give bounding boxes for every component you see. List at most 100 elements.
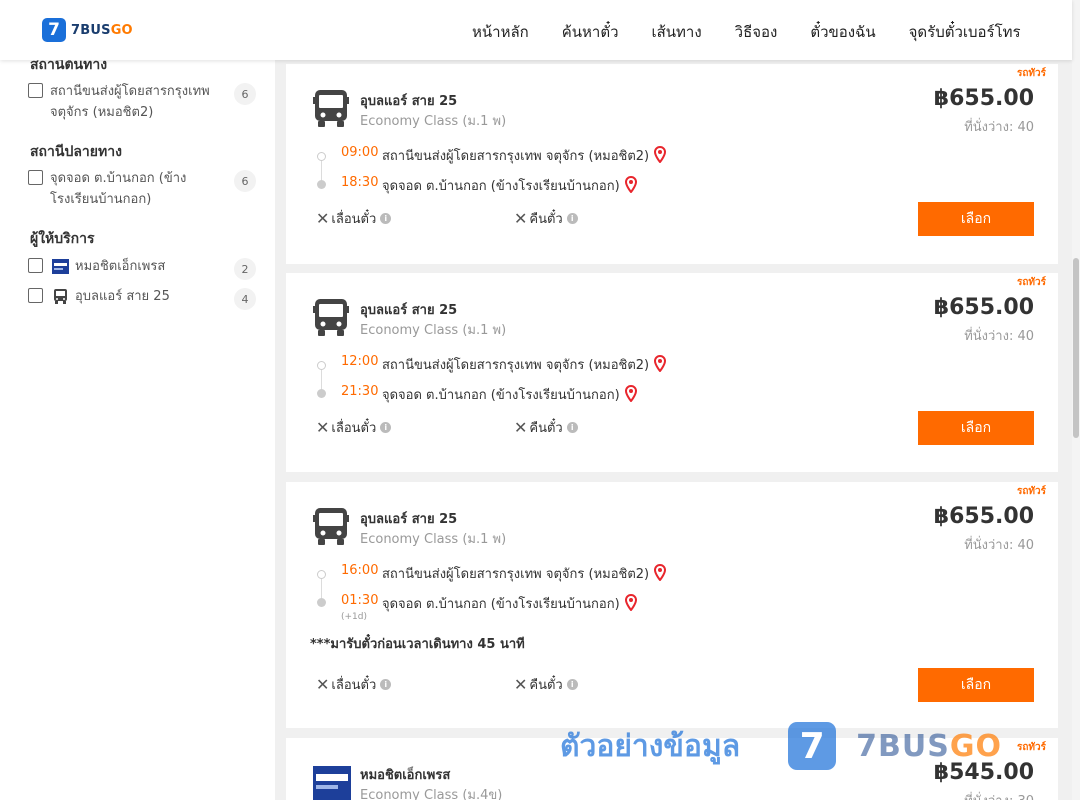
select-trip-button[interactable]: เลือก bbox=[918, 411, 1034, 445]
refund-ticket-policy[interactable]: ✕ คืนตั๋ว i bbox=[514, 208, 578, 229]
operator-checkbox-ubon[interactable] bbox=[28, 288, 43, 303]
map-pin-icon[interactable] bbox=[624, 385, 637, 402]
site-logo[interactable]: 7 7BUSGO bbox=[42, 18, 133, 42]
select-trip-button[interactable]: เลือก bbox=[918, 668, 1034, 702]
arrival-place[interactable]: จุดจอด ต.บ้านกอก (ข้างโรงเรียนบ้านกอก) bbox=[382, 384, 637, 405]
change-ticket-label: เลื่อนตั๋ว bbox=[331, 421, 377, 436]
operator-filter-item[interactable]: อุบลแอร์ สาย 25 4 bbox=[28, 286, 256, 310]
arrival-dot bbox=[317, 598, 326, 607]
info-icon[interactable]: i bbox=[380, 213, 392, 224]
departure-place[interactable]: สถานีขนส่งผู้โดยสารกรุงเทพ จตุจักร (หมอช… bbox=[382, 563, 667, 584]
logo-text-bus: 7BUS bbox=[71, 22, 111, 38]
arrival-place[interactable]: จุดจอด ต.บ้านกอก (ข้างโรงเรียนบ้านกอก) bbox=[382, 593, 637, 614]
bus-class: Economy Class (ม.4ข) bbox=[360, 788, 503, 800]
operator-name: อุบลแอร์ สาย 25 bbox=[360, 94, 458, 109]
scrollbar-thumb[interactable] bbox=[1073, 258, 1079, 438]
select-trip-button[interactable]: เลือก bbox=[918, 202, 1034, 236]
seats-available: ที่นั่งว่าง: 40 bbox=[964, 538, 1034, 553]
refund-ticket-policy[interactable]: ✕ คืนตั๋ว i bbox=[514, 674, 578, 695]
arrival-time: 21:30 bbox=[341, 384, 379, 399]
not-allowed-icon: ✕ bbox=[316, 418, 330, 437]
change-ticket-policy[interactable]: ✕ เลื่อนตั๋ว i bbox=[316, 674, 392, 695]
operator-name: อุบลแอร์ สาย 25 bbox=[360, 303, 458, 318]
map-pin-icon[interactable] bbox=[654, 146, 667, 163]
map-pin-icon[interactable] bbox=[624, 594, 637, 611]
tour-bus-tag: รถทัวร์ bbox=[1016, 68, 1046, 79]
operator-filter-item[interactable]: หมอชิตเอ็กเพรส 2 bbox=[28, 256, 256, 280]
seats-available: ที่นั่งว่าง: 40 bbox=[964, 120, 1034, 135]
departure-time: 09:00 bbox=[341, 145, 379, 160]
departure-place-text: สถานีขนส่งผู้โดยสารกรุงเทพ จตุจักร (หมอช… bbox=[382, 358, 650, 373]
not-allowed-icon: ✕ bbox=[514, 675, 528, 694]
map-pin-icon[interactable] bbox=[654, 564, 667, 581]
info-icon[interactable]: i bbox=[380, 679, 392, 690]
change-ticket-policy[interactable]: ✕ เลื่อนตั๋ว i bbox=[316, 208, 392, 229]
nav-home[interactable]: หน้าหลัก bbox=[472, 20, 529, 44]
change-ticket-label: เลื่อนตั๋ว bbox=[331, 678, 377, 693]
info-icon[interactable]: i bbox=[380, 422, 392, 433]
change-ticket-label: เลื่อนตั๋ว bbox=[331, 212, 377, 227]
destination-filter-item[interactable]: จุดจอด ต.บ้านกอก (ข้าง โรงเรียนบ้านกอก) … bbox=[28, 168, 256, 210]
destination-filter-title: สถานีปลายทาง bbox=[30, 144, 122, 160]
refund-ticket-policy[interactable]: ✕ คืนตั๋ว i bbox=[514, 417, 578, 438]
arrival-dot bbox=[317, 180, 326, 189]
mochit-express-logo-icon bbox=[313, 766, 351, 800]
trip-card: รถทัวร์ อุบลแอร์ สาย 25 Economy Class (ม… bbox=[286, 482, 1058, 728]
map-pin-icon[interactable] bbox=[624, 176, 637, 193]
main-nav: หน้าหลัก ค้นหาตั๋ว เส้นทาง วิธีจอง ตั๋วข… bbox=[472, 20, 1054, 44]
filter-sidebar: สถานีต้นทาง สถานีขนส่งผู้โดยสารกรุงเทพ จ… bbox=[0, 57, 275, 800]
origin-filter-count: 6 bbox=[234, 83, 256, 105]
trip-note: ***มารับตั๋วก่อนเวลาเดินทาง 45 นาที bbox=[310, 637, 525, 652]
mochit-express-logo-icon bbox=[52, 259, 69, 274]
nav-search-ticket[interactable]: ค้นหาตั๋ว bbox=[562, 20, 619, 44]
refund-ticket-label: คืนตั๋ว bbox=[529, 421, 563, 436]
operator-checkbox-mochit[interactable] bbox=[28, 258, 43, 273]
nav-my-tickets[interactable]: ตั๋วของฉัน bbox=[810, 20, 875, 44]
origin-filter-label: สถานีขนส่งผู้โดยสารกรุงเทพ จตุจักร (หมอช… bbox=[50, 84, 210, 120]
operator-filter-title: ผู้ให้บริการ bbox=[30, 231, 95, 247]
departure-place[interactable]: สถานีขนส่งผู้โดยสารกรุงเทพ จตุจักร (หมอช… bbox=[382, 354, 667, 375]
not-allowed-icon: ✕ bbox=[514, 209, 528, 228]
info-icon[interactable]: i bbox=[566, 213, 578, 224]
origin-checkbox[interactable] bbox=[28, 83, 43, 98]
info-icon[interactable]: i bbox=[566, 679, 578, 690]
bus-icon bbox=[54, 289, 67, 304]
destination-checkbox[interactable] bbox=[28, 170, 43, 185]
trip-card: รถทัวร์ อุบลแอร์ สาย 25 Economy Class (ม… bbox=[286, 64, 1058, 264]
nav-how-to-book[interactable]: วิธีจอง bbox=[735, 20, 778, 44]
origin-filter-item[interactable]: สถานีขนส่งผู้โดยสารกรุงเทพ จตุจักร (หมอช… bbox=[28, 81, 256, 123]
info-icon[interactable]: i bbox=[566, 422, 578, 433]
change-ticket-policy[interactable]: ✕ เลื่อนตั๋ว i bbox=[316, 417, 392, 438]
departure-dot bbox=[317, 152, 326, 161]
trip-price: ฿655.00 bbox=[933, 504, 1034, 529]
bus-class: Economy Class (ม.1 พ) bbox=[360, 323, 507, 338]
map-pin-icon[interactable] bbox=[654, 355, 667, 372]
not-allowed-icon: ✕ bbox=[316, 209, 330, 228]
nav-routes[interactable]: เส้นทาง bbox=[652, 20, 702, 44]
departure-place[interactable]: สถานีขนส่งผู้โดยสารกรุงเทพ จตุจักร (หมอช… bbox=[382, 145, 667, 166]
page-scrollbar[interactable] bbox=[1072, 0, 1080, 800]
trip-card: รถทัวร์ หมอชิตเอ็กเพรส Economy Class (ม.… bbox=[286, 738, 1058, 800]
tour-bus-tag: รถทัวร์ bbox=[1016, 277, 1046, 288]
tour-bus-tag: รถทัวร์ bbox=[1016, 486, 1046, 497]
logo-text-go: GO bbox=[110, 22, 133, 38]
operator-filter-count: 2 bbox=[234, 258, 256, 280]
day-offset: (+1d) bbox=[341, 612, 368, 622]
arrival-dot bbox=[317, 389, 326, 398]
operator-filter-label: หมอชิตเอ็กเพรส bbox=[75, 259, 166, 274]
bus-class: Economy Class (ม.1 พ) bbox=[360, 114, 507, 129]
seats-available: ที่นั่งว่าง: 30 bbox=[964, 790, 1034, 800]
logo-mark-icon: 7 bbox=[42, 18, 66, 42]
arrival-time: 18:30 bbox=[341, 175, 379, 190]
arrival-place[interactable]: จุดจอด ต.บ้านกอก (ข้างโรงเรียนบ้านกอก) bbox=[382, 175, 637, 196]
not-allowed-icon: ✕ bbox=[514, 418, 528, 437]
trip-card: รถทัวร์ อุบลแอร์ สาย 25 Economy Class (ม… bbox=[286, 273, 1058, 472]
operator-filter-label: อุบลแอร์ สาย 25 bbox=[75, 289, 170, 304]
destination-filter-count: 6 bbox=[234, 170, 256, 192]
top-header: 7 7BUSGO หน้าหลัก ค้นหาตั๋ว เส้นทาง วิธี… bbox=[0, 0, 1072, 60]
departure-time: 12:00 bbox=[341, 354, 379, 369]
nav-ticket-pickup[interactable]: จุดรับตั๋วเบอร์โทร bbox=[909, 20, 1021, 44]
trip-price: ฿545.00 bbox=[933, 760, 1034, 785]
departure-dot bbox=[317, 570, 326, 579]
arrival-place-text: จุดจอด ต.บ้านกอก (ข้างโรงเรียนบ้านกอก) bbox=[382, 388, 620, 403]
